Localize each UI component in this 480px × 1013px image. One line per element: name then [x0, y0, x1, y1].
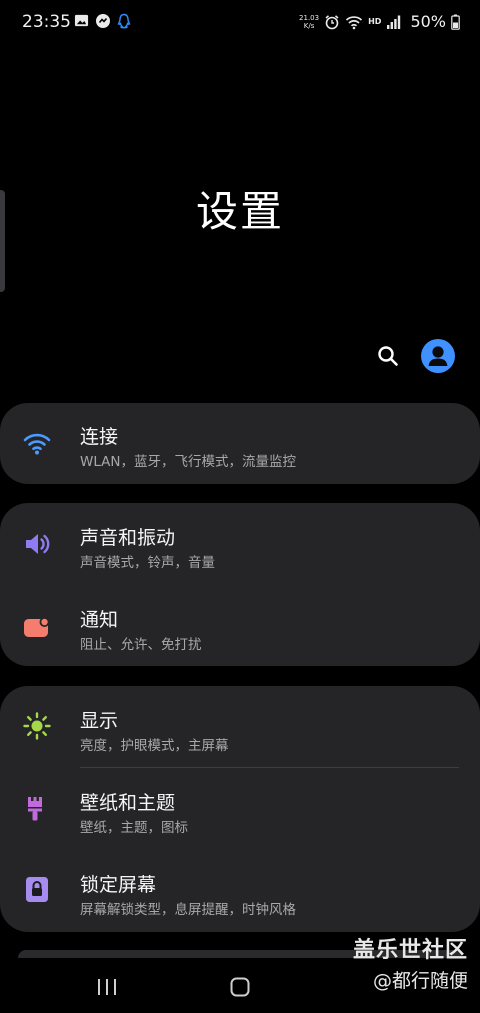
- settings-item-notifications[interactable]: 通知 阻止、允许、免打扰: [0, 585, 480, 666]
- search-button[interactable]: [372, 340, 404, 372]
- settings-group-sound: 声音和振动 声音模式，铃声，音量 通知 阻止、允许、免打扰: [0, 503, 480, 666]
- item-title: 显示: [80, 710, 119, 732]
- account-button[interactable]: [421, 339, 455, 373]
- item-subtitle: WLAN，蓝牙，飞行模式，流量监控: [80, 454, 297, 470]
- brush-icon: [28, 797, 42, 821]
- settings-group-connections: 连接 WLAN，蓝牙，飞行模式，流量监控: [0, 403, 480, 484]
- network-speed: 21.03 K/s: [299, 13, 320, 30]
- status-bar: 23:35 21.03 K/s HD 50%: [0, 0, 480, 46]
- watermark-community: 盖乐世社区: [352, 938, 468, 963]
- item-subtitle: 声音模式，铃声，音量: [80, 555, 215, 571]
- settings-item-wallpaper[interactable]: 壁纸和主题 壁纸，主题，图标: [0, 768, 480, 850]
- wifi-icon: [23, 433, 51, 455]
- item-title: 声音和振动: [80, 527, 176, 549]
- gallery-icon: [74, 14, 89, 27]
- notification-icon: [24, 617, 50, 637]
- home-icon: [230, 977, 250, 997]
- lock-icon: [26, 877, 48, 902]
- volume-icon: [26, 534, 50, 554]
- qq-icon: [117, 13, 131, 29]
- account-icon: [428, 346, 448, 366]
- network-badge: HD: [368, 17, 382, 26]
- item-subtitle: 亮度，护眼模式，主屏幕: [80, 738, 229, 754]
- search-icon: [378, 346, 398, 366]
- home-button[interactable]: [230, 977, 250, 1001]
- status-time: 23:35: [22, 12, 71, 32]
- alarm-icon: [325, 14, 339, 29]
- item-title: 锁定屏幕: [80, 874, 157, 896]
- item-subtitle: 壁纸，主题，图标: [80, 820, 188, 836]
- battery-icon: [451, 14, 460, 30]
- signal-icon: [387, 15, 401, 29]
- settings-group-display: 显示 亮度，护眼模式，主屏幕 壁纸和主题 壁纸，主题，图标 锁定屏幕 屏幕解锁类…: [0, 686, 480, 932]
- item-title: 通知: [80, 609, 119, 631]
- settings-item-display[interactable]: 显示 亮度，护眼模式，主屏幕: [0, 686, 480, 767]
- settings-item-connections[interactable]: 连接 WLAN，蓝牙，飞行模式，流量监控: [0, 403, 480, 484]
- settings-item-lockscreen[interactable]: 锁定屏幕 屏幕解锁类型，息屏提醒，时钟风格: [0, 850, 480, 932]
- battery-percent: 50%: [410, 12, 446, 31]
- watermark-author: @都行随便: [372, 970, 468, 992]
- item-subtitle: 阻止、允许、免打扰: [80, 637, 202, 653]
- item-subtitle: 屏幕解锁类型，息屏提醒，时钟风格: [80, 902, 296, 918]
- settings-item-sound[interactable]: 声音和振动 声音模式，铃声，音量: [0, 503, 480, 585]
- item-title: 连接: [80, 426, 119, 448]
- page-title: 设置: [195, 187, 284, 236]
- recents-icon: [98, 979, 116, 995]
- recents-button[interactable]: [97, 978, 117, 1000]
- wifi-icon: [346, 15, 363, 29]
- item-title: 壁纸和主题: [80, 792, 176, 814]
- brightness-icon: [23, 712, 51, 740]
- app-icon: [96, 14, 110, 28]
